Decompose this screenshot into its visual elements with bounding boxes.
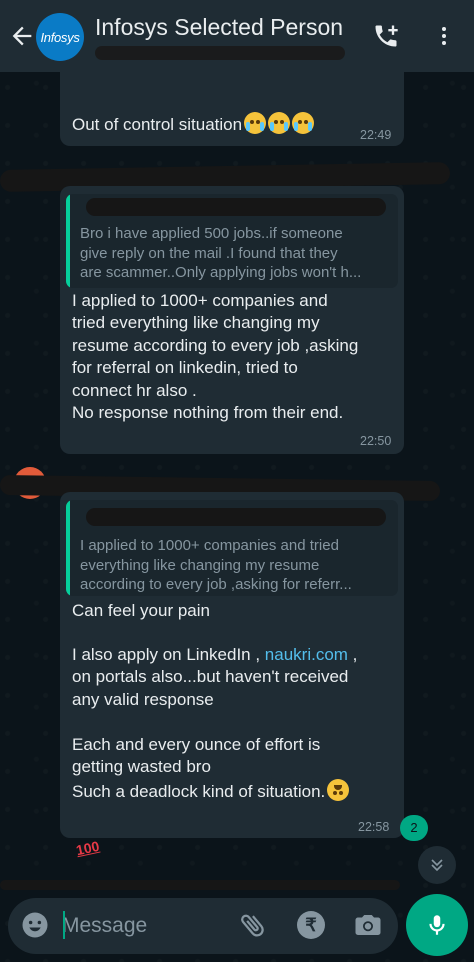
message-bubble[interactable]: Bro i have applied 500 jobs..if someone … [60,186,404,454]
avatar-logo-text: Infosys [40,29,80,45]
emoji-icon[interactable] [20,910,50,940]
message-text: Can feel your pain [72,601,210,620]
message-text: Out of control situation [72,90,315,137]
quote-accent-bar [66,194,70,288]
unread-count-badge[interactable]: 2 [400,815,428,841]
crying-emoji-icon [292,112,315,135]
upside-down-face-emoji-icon [327,778,350,801]
scroll-to-bottom-button[interactable] [418,846,456,884]
message-time: 22:58 [358,820,390,834]
message-input[interactable] [62,908,222,944]
contact-avatar[interactable]: Infosys [36,13,84,61]
message-text: Each and every ounce of effort is gettin… [72,734,350,803]
contact-name[interactable]: Infosys Selected Person [95,14,343,41]
message-time: 22:50 [360,434,392,448]
message-time: 22:49 [360,128,392,142]
crying-emoji-icon [268,112,291,135]
quote-accent-bar [66,500,70,596]
message-bubble[interactable]: I applied to 1000+ companies and tried e… [60,492,404,838]
message-text-content: I also apply on LinkedIn , [72,645,265,664]
redacted-next-message [0,880,400,890]
quoted-sender-redacted [86,508,386,526]
text-cursor [63,911,65,939]
message-bubble[interactable]: Out of control situation 22:49 [60,62,404,146]
quoted-text: I applied to 1000+ companies and tried e… [80,537,352,594]
naukri-link[interactable]: naukri.com [265,645,348,664]
message-text-content: Out of control situation [72,115,243,135]
payment-rupee-icon[interactable]: ₹ [297,911,325,939]
chevron-double-down-icon [431,859,443,872]
message-text: I also apply on LinkedIn , naukri.com , … [72,644,357,711]
crying-emoji-icon [244,112,267,135]
quoted-sender-redacted [86,198,386,216]
quoted-text: Bro i have applied 500 jobs..if someone … [80,225,362,282]
more-options-icon[interactable] [432,22,456,50]
message-text-content: Each and every ounce of effort is gettin… [72,735,326,801]
microphone-icon [429,915,445,935]
chat-header: Infosys Infosys Selected Person [0,0,474,72]
quoted-message[interactable]: Bro i have applied 500 jobs..if someone … [66,194,398,288]
message-text: I applied to 1000+ companies and tried e… [72,291,359,423]
voice-message-button[interactable] [406,894,468,956]
attachment-icon[interactable] [238,910,268,940]
quoted-message[interactable]: I applied to 1000+ companies and tried e… [66,500,398,596]
back-arrow-icon[interactable] [8,22,36,50]
add-call-icon[interactable] [372,22,400,50]
contact-number-redacted [95,46,345,60]
camera-icon[interactable] [353,910,383,940]
